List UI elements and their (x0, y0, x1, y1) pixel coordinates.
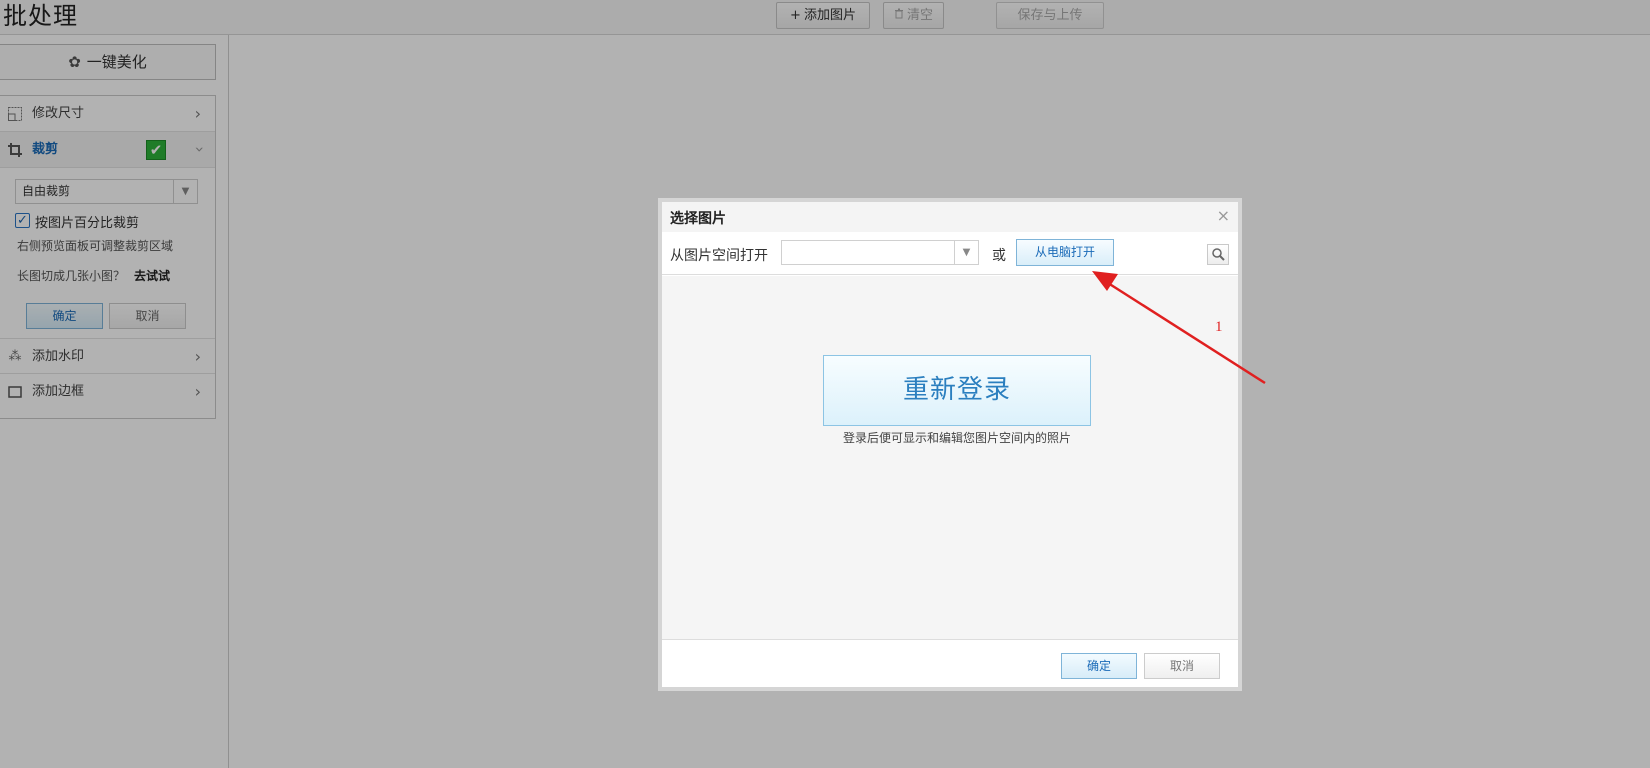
dialog-ok-button[interactable]: 确定 (1061, 653, 1137, 679)
dropdown-arrow-icon: ▼ (954, 241, 978, 264)
close-icon[interactable]: × (1217, 206, 1230, 225)
dialog-body: 重新登录 登录后便可显示和编辑您图片空间内的照片 (662, 276, 1238, 640)
dialog-cancel-button[interactable]: 取消 (1144, 653, 1220, 679)
open-from-computer-button[interactable]: 从电脑打开 (1016, 239, 1114, 266)
search-icon (1211, 248, 1225, 265)
or-text: 或 (992, 248, 1006, 264)
search-button[interactable] (1207, 244, 1229, 265)
relogin-hint: 登录后便可显示和编辑您图片空间内的照片 (842, 431, 1071, 445)
annotation-number: 1 (1215, 319, 1223, 335)
image-space-select[interactable]: ▼ (781, 240, 979, 265)
select-image-dialog: 选择图片 × 从图片空间打开 ▼ 或 从电脑打开 重新登录 登录后便可显示和编辑… (658, 198, 1242, 691)
dialog-toolbar: 从图片空间打开 ▼ 或 从电脑打开 (662, 232, 1238, 275)
relogin-button[interactable]: 重新登录 (823, 355, 1091, 426)
open-from-space-label: 从图片空间打开 (670, 248, 768, 264)
dialog-title: 选择图片 (670, 211, 726, 227)
dialog-header: 选择图片 × (662, 202, 1238, 232)
